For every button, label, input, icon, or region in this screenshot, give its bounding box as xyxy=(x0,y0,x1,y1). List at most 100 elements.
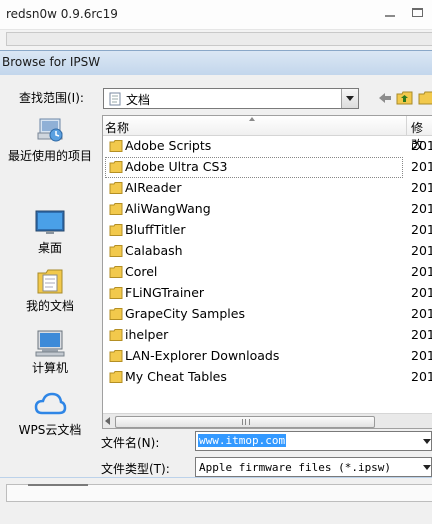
file-type-value: Apple firmware files (*.ipsw) xyxy=(199,461,392,474)
sort-ascending-icon xyxy=(249,117,255,121)
file-list-header: 名称 修改 xyxy=(103,116,432,152)
modified-date-cell: 201 xyxy=(411,285,432,300)
file-name-cell: Adobe Scripts xyxy=(125,138,212,153)
list-item[interactable]: AIReader 201 xyxy=(103,178,432,199)
place-my-documents[interactable]: 我的文档 xyxy=(4,265,96,313)
look-in-label: 查找范围(I): xyxy=(19,91,84,105)
modified-date-cell: 201 xyxy=(411,180,432,195)
dialog-body: 查找范围(I): 文档 最近使用的项目 桌面 我的文档 计算机 WPS云文档 名… xyxy=(0,75,432,477)
file-name-value: www.itmop.com xyxy=(198,434,287,447)
list-item[interactable]: Calabash 201 xyxy=(103,241,432,262)
folder-icon xyxy=(109,265,123,282)
file-name-cell: ihelper xyxy=(125,327,169,342)
file-name-label: 文件名(N): xyxy=(101,436,160,450)
places-bar: 最近使用的项目 桌面 我的文档 计算机 WPS云文档 xyxy=(4,115,96,437)
modified-date-cell: 201 xyxy=(411,327,432,342)
file-name-cell: Calabash xyxy=(125,243,183,258)
list-item[interactable]: ihelper 201 xyxy=(103,325,432,346)
file-name-cell: BluffTitler xyxy=(125,222,186,237)
column-header-name[interactable]: 名称 xyxy=(105,119,129,136)
place-desktop[interactable]: 桌面 xyxy=(4,207,96,255)
place-label: WPS云文档 xyxy=(18,423,82,437)
modified-date-cell: 201 xyxy=(411,243,432,258)
file-list[interactable]: 名称 修改 Adobe Scripts 201 Adobe Ultra CS3 201… xyxy=(102,115,432,429)
folder-icon xyxy=(109,244,123,261)
scroll-left-icon[interactable] xyxy=(105,417,110,425)
background-footer-bar xyxy=(6,484,432,502)
computer-icon xyxy=(32,327,68,359)
chevron-down-icon[interactable] xyxy=(341,89,358,108)
place-label: 最近使用的项目 xyxy=(7,149,92,163)
file-name-cell: GrapeCity Samples xyxy=(125,306,245,321)
new-folder-icon[interactable] xyxy=(418,89,432,107)
modified-date-cell: 201 xyxy=(411,369,432,384)
chevron-down-icon[interactable] xyxy=(423,465,431,470)
folder-icon xyxy=(109,328,123,345)
place-computer[interactable]: 计算机 xyxy=(4,327,96,375)
place-label: 我的文档 xyxy=(25,299,74,313)
list-item[interactable]: Corel 201 xyxy=(103,262,432,283)
background-footer-control xyxy=(28,484,88,486)
file-name-cell: AliWangWang xyxy=(125,201,211,216)
column-divider[interactable] xyxy=(406,116,407,136)
list-item[interactable]: AliWangWang 201 xyxy=(103,199,432,220)
file-name-cell: My Cheat Tables xyxy=(125,369,227,384)
folder-icon xyxy=(109,349,123,366)
folder-icon xyxy=(109,160,123,177)
file-name-cell: Adobe Ultra CS3 xyxy=(125,159,228,174)
document-folder-icon xyxy=(108,92,122,109)
minimize-button[interactable] xyxy=(379,4,403,22)
grip-icon xyxy=(242,419,250,425)
folder-icon xyxy=(109,223,123,240)
chevron-down-icon[interactable] xyxy=(423,439,431,444)
list-item[interactable]: Adobe Scripts 201 xyxy=(103,136,432,157)
folder-icon xyxy=(109,202,123,219)
place-wps-cloud[interactable]: WPS云文档 xyxy=(4,389,96,437)
look-in-dropdown[interactable]: 文档 xyxy=(103,88,359,109)
list-item[interactable]: My Cheat Tables 201 xyxy=(103,367,432,388)
dialog-title: Browse for IPSW xyxy=(2,55,101,69)
file-name-field[interactable]: www.itmop.com xyxy=(195,431,432,451)
file-name-cell: FLiNGTrainer xyxy=(125,285,205,300)
file-name-cell: LAN-Explorer Downloads xyxy=(125,348,280,363)
horizontal-scrollbar[interactable] xyxy=(103,413,432,428)
background-panel xyxy=(6,32,432,46)
list-item[interactable]: Adobe Ultra CS3 201 xyxy=(103,157,432,178)
maximize-button[interactable] xyxy=(406,4,432,22)
my-documents-icon xyxy=(32,265,68,297)
file-type-dropdown[interactable]: Apple firmware files (*.ipsw) xyxy=(195,457,432,477)
folder-icon xyxy=(109,139,123,156)
folder-icon xyxy=(109,307,123,324)
file-type-label: 文件类型(T): xyxy=(101,462,170,476)
modified-date-cell: 201 xyxy=(411,201,432,216)
modified-date-cell: 201 xyxy=(411,159,432,174)
file-name-cell: AIReader xyxy=(125,180,182,195)
scrollbar-thumb[interactable] xyxy=(115,416,375,428)
file-name-cell: Corel xyxy=(125,264,158,279)
list-item[interactable]: FLiNGTrainer 201 xyxy=(103,283,432,304)
list-item[interactable]: GrapeCity Samples 201 xyxy=(103,304,432,325)
modified-date-cell: 201 xyxy=(411,222,432,237)
back-arrow-icon[interactable] xyxy=(376,89,394,107)
background-titlebar: redsn0w 0.9.6rc19 xyxy=(0,0,432,30)
background-window-title: redsn0w 0.9.6rc19 xyxy=(6,7,118,21)
place-label: 桌面 xyxy=(37,241,62,255)
modified-date-cell: 201 xyxy=(411,264,432,279)
modified-date-cell: 201 xyxy=(411,138,432,153)
up-folder-icon[interactable] xyxy=(396,89,414,107)
folder-icon xyxy=(109,181,123,198)
place-label: 计算机 xyxy=(31,361,68,375)
desktop-icon xyxy=(32,207,68,239)
modified-date-cell: 201 xyxy=(411,348,432,363)
look-in-value: 文档 xyxy=(126,93,151,107)
modified-date-cell: 201 xyxy=(411,306,432,321)
cloud-icon xyxy=(32,389,68,421)
dialog-titlebar[interactable]: Browse for IPSW xyxy=(0,51,432,75)
list-item[interactable]: LAN-Explorer Downloads 201 xyxy=(103,346,432,367)
recent-items-icon xyxy=(32,115,68,147)
folder-icon xyxy=(109,370,123,387)
place-recent-items[interactable]: 最近使用的项目 xyxy=(4,115,96,163)
folder-icon xyxy=(109,286,123,303)
list-item[interactable]: BluffTitler 201 xyxy=(103,220,432,241)
browse-dialog: Browse for IPSW 查找范围(I): 文档 最近使用的项目 桌面 我… xyxy=(0,50,432,478)
